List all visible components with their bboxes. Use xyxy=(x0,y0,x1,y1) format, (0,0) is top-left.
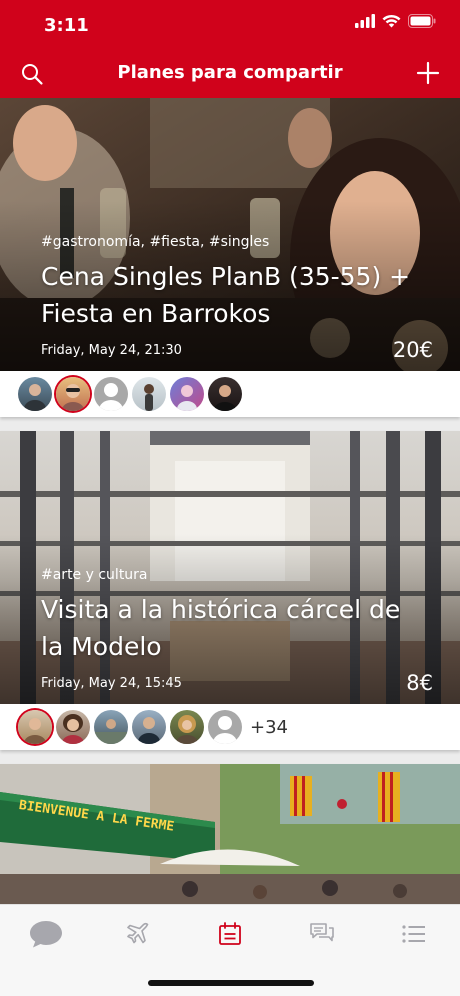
street-market-photo xyxy=(0,764,460,904)
plans-feed[interactable]: #gastronomía, #fiesta, #singles Cena Sin… xyxy=(0,98,460,904)
plan-date: Friday, May 24, 21:30 xyxy=(41,343,182,358)
chat-bubble-icon xyxy=(30,921,62,948)
attendees-row[interactable]: +34 xyxy=(0,704,460,750)
person-icon xyxy=(94,719,128,744)
person-icon xyxy=(62,714,84,744)
airplane-icon xyxy=(127,922,149,944)
tab-messages[interactable] xyxy=(302,917,342,951)
plan-card[interactable]: #arte y cultura Visita a la histórica cá… xyxy=(0,431,460,750)
plan-date: Friday, May 24, 15:45 xyxy=(41,676,182,691)
plan-price: 20€ xyxy=(392,338,433,362)
person-icon xyxy=(176,715,198,744)
avatar-placeholder[interactable] xyxy=(94,377,128,411)
wifi-icon xyxy=(382,14,401,28)
avatar[interactable] xyxy=(208,377,242,411)
person-placeholder-icon xyxy=(99,383,123,411)
messages-icon xyxy=(310,923,334,942)
avatar[interactable] xyxy=(132,710,166,744)
page-title: Planes para compartir xyxy=(117,62,343,83)
avatar[interactable] xyxy=(56,377,90,411)
plan-tags: #arte y cultura xyxy=(41,567,148,583)
plan-title: Cena Singles PlanB (35-55) + Fiesta en B… xyxy=(41,262,411,328)
plan-tags: #gastronomía, #fiesta, #singles xyxy=(41,234,270,250)
plan-image-dinner[interactable]: #gastronomía, #fiesta, #singles Cena Sin… xyxy=(0,98,460,371)
avatar-placeholder[interactable] xyxy=(208,710,242,744)
avatar[interactable] xyxy=(170,710,204,744)
tab-plans[interactable] xyxy=(210,917,250,951)
avatar[interactable] xyxy=(170,377,204,411)
plan-image-prison[interactable]: #arte y cultura Visita a la histórica cá… xyxy=(0,431,460,704)
tab-chat[interactable] xyxy=(26,917,66,951)
battery-icon xyxy=(408,14,436,28)
plan-price: 8€ xyxy=(406,671,433,695)
status-icons xyxy=(355,14,436,28)
avatar[interactable] xyxy=(56,710,90,744)
plan-card[interactable]: BIENVENUE A LA FERME xyxy=(0,764,460,904)
plan-image-market[interactable]: BIENVENUE A LA FERME xyxy=(0,764,460,904)
attendees-row[interactable] xyxy=(0,371,460,417)
signal-icon xyxy=(355,14,375,28)
status-time: 3:11 xyxy=(44,15,89,36)
person-icon xyxy=(138,717,160,744)
list-icon xyxy=(402,925,425,943)
person-icon xyxy=(144,384,154,411)
person-placeholder-icon xyxy=(213,716,237,744)
person-icon xyxy=(24,718,46,744)
nav-bar: Planes para compartir xyxy=(0,48,460,98)
person-icon xyxy=(62,384,84,411)
plan-title: Visita a la histórica cárcel de la Model… xyxy=(41,595,401,661)
status-bar: 3:11 xyxy=(0,0,460,48)
calendar-icon xyxy=(219,922,241,945)
person-icon xyxy=(24,384,46,411)
tab-trips[interactable] xyxy=(118,917,158,951)
avatar[interactable] xyxy=(132,377,166,411)
plan-card[interactable]: #gastronomía, #fiesta, #singles Cena Sin… xyxy=(0,98,460,417)
person-icon xyxy=(214,385,236,411)
tab-more[interactable] xyxy=(394,917,434,951)
more-attendees-count[interactable]: +34 xyxy=(250,717,288,738)
avatar[interactable] xyxy=(18,377,52,411)
avatar[interactable] xyxy=(18,710,52,744)
avatar[interactable] xyxy=(94,710,128,744)
person-icon xyxy=(177,385,197,411)
add-plan-icon[interactable] xyxy=(416,61,440,85)
home-indicator xyxy=(148,980,314,986)
